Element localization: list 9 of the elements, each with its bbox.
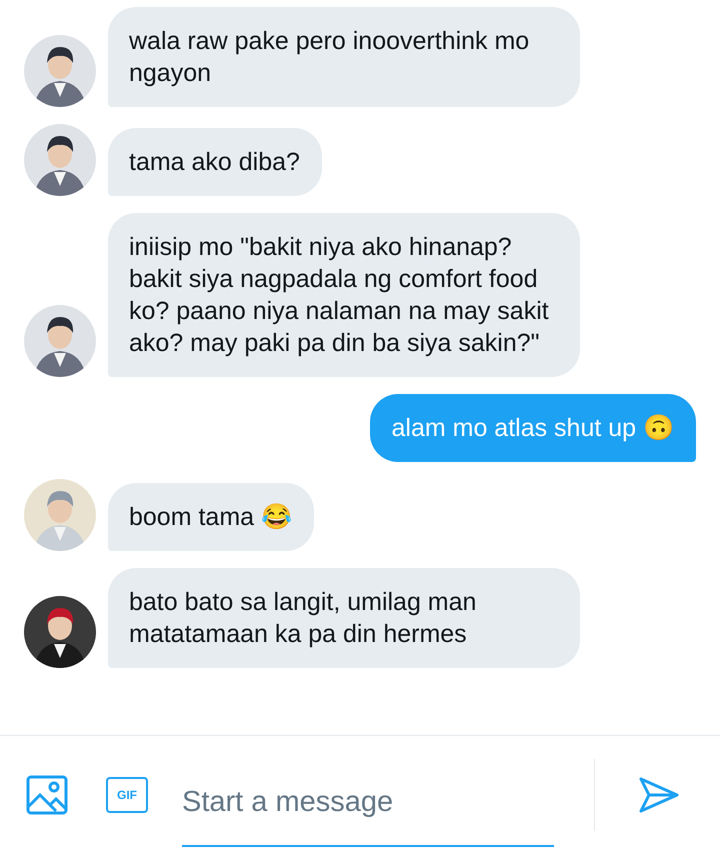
send-icon[interactable]: [639, 777, 679, 813]
message-bubble: tama ako diba?: [108, 128, 322, 196]
gif-button[interactable]: GIF: [106, 777, 148, 813]
message-bubble: bato bato sa langit, umilag man matatamaan ka pa din hermes: [108, 568, 580, 668]
message-bubble: alam mo atlas shut up 🙃: [370, 394, 696, 462]
message-bubble: iniisip mo "bakit niya ako hinanap? bakit siya nagpadala ng comfort food ko? paano niya nalaman na may sakit ako? may paki pa din ba siya sakin?": [108, 213, 580, 377]
message-bubble: wala raw pake pero inooverthink mo ngayon: [108, 7, 580, 107]
message-bubble: boom tama 😂: [108, 483, 314, 551]
image-icon[interactable]: [26, 775, 68, 815]
